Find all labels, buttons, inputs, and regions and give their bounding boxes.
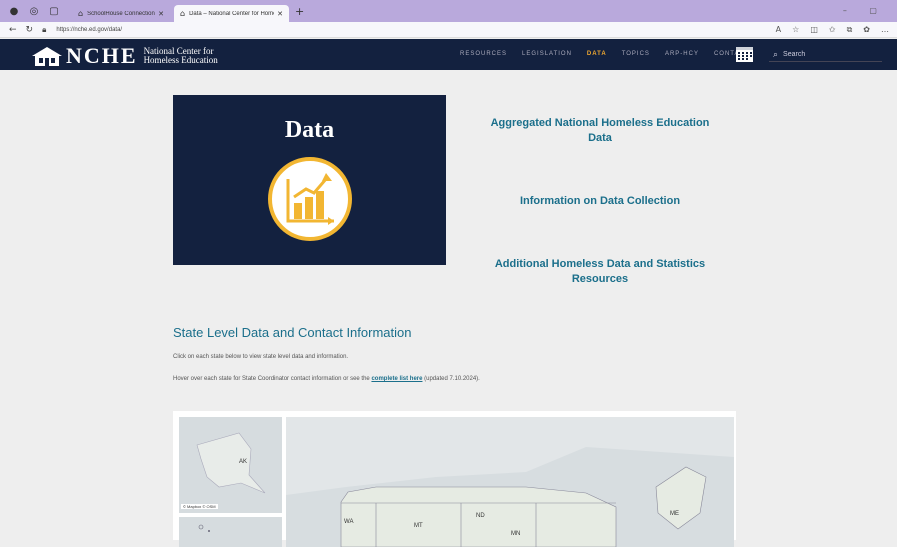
nav-arp-hcy[interactable]: ARP-HCY — [665, 51, 699, 57]
browser-tab-data[interactable]: ⌂ Data – National Center for Home ✕ — [174, 5, 289, 22]
favorite-star-icon[interactable]: ☆ — [792, 25, 799, 35]
lock-icon[interactable]: 🔒︎ — [42, 25, 46, 35]
back-icon[interactable]: ← — [9, 25, 17, 35]
link-text: Resources — [571, 273, 629, 285]
new-tab-icon[interactable]: + — [295, 5, 304, 18]
tab-title: SchoolHouse Connection — [87, 10, 155, 17]
link-data-collection[interactable]: Information on Data Collection — [470, 194, 730, 209]
complete-list-link[interactable]: complete list here — [371, 376, 422, 382]
window-controls[interactable]: – ▢ — [843, 6, 887, 15]
tab-actions-icon[interactable]: ▢ — [48, 5, 60, 17]
close-tab-icon[interactable]: ✕ — [277, 10, 283, 18]
state-section-instructions: Click on each state below to view state … — [173, 354, 349, 360]
search-placeholder: Search — [783, 51, 806, 58]
site-header: NCHE National Center for Homeless Educat… — [0, 39, 897, 70]
read-aloud-icon[interactable]: A — [776, 25, 781, 35]
nav-legislation[interactable]: LEGISLATION — [522, 51, 572, 57]
nav-data[interactable]: DATA — [587, 51, 607, 57]
browser-toolbar-icons: A ☆ ◫ ✩ ⧉ ✿ … — [776, 25, 889, 35]
search-icon: ⌕ — [773, 49, 779, 60]
svg-text:MT: MT — [414, 523, 423, 529]
logo-subtitle: National Center for Homeless Education — [144, 47, 218, 65]
link-text: Aggregated National Homeless Education — [490, 117, 710, 129]
link-text: Data — [588, 132, 612, 144]
nav-topics[interactable]: TOPICS — [622, 51, 650, 57]
url-field[interactable]: https://nche.ed.gov/data/ — [56, 27, 122, 33]
workspaces-icon[interactable]: ◎ — [28, 5, 40, 17]
logo-subtitle-line2: Homeless Education — [143, 55, 218, 65]
link-additional-resources[interactable]: Additional Homeless Data and Statistics … — [470, 257, 730, 287]
hero-title: Data — [284, 117, 335, 143]
link-aggregated-data[interactable]: Aggregated National Homeless Education D… — [470, 116, 730, 146]
nche-favicon-icon: ⌂ — [180, 9, 186, 18]
svg-text:AK: AK — [239, 459, 247, 465]
us-main-map[interactable]: WA MT ND MN ME — [286, 417, 734, 547]
main-nav: RESOURCES LEGISLATION DATA TOPICS ARP-HC… — [460, 51, 750, 57]
more-icon[interactable]: … — [881, 25, 889, 35]
logo-wordmark: NCHE — [66, 43, 138, 68]
svg-text:ME: ME — [670, 511, 679, 517]
link-text: Information on Data Collection — [519, 195, 681, 207]
state-section-hover-note: Hover over each state for State Coordina… — [173, 376, 480, 382]
nche-logo[interactable]: NCHE National Center for Homeless Educat… — [30, 43, 218, 69]
collections-icon[interactable]: ⧉ — [847, 25, 853, 35]
svg-text:WA: WA — [344, 519, 353, 525]
schoolhouse-favicon-icon: ⌂ — [78, 9, 84, 18]
extensions-icon[interactable]: ✿ — [863, 25, 870, 35]
link-text: Additional Homeless Data and Statistics — [494, 258, 706, 270]
hover-note-text: Hover over each state for State Coordina… — [173, 376, 372, 382]
close-tab-icon[interactable]: ✕ — [158, 10, 164, 18]
svg-text:MN: MN — [511, 531, 520, 537]
profile-avatar-icon[interactable]: ● — [8, 5, 20, 17]
browser-tab-bar: ● ◎ ▢ ⌂ SchoolHouse Connection ✕ ⌂ Data … — [0, 0, 897, 22]
site-search-input[interactable]: ⌕ Search — [769, 48, 882, 62]
chart-growth-icon — [268, 157, 352, 241]
browser-tab-schoolhouse[interactable]: ⌂ SchoolHouse Connection ✕ — [72, 5, 170, 22]
hover-note-date: (updated 7.10.2024). — [422, 376, 480, 382]
tab-title: Data – National Center for Home — [189, 10, 275, 17]
nav-resources[interactable]: RESOURCES — [460, 51, 507, 57]
house-logo-icon — [32, 47, 62, 66]
state-section-title: State Level Data and Contact Information — [173, 325, 412, 340]
calendar-icon[interactable] — [735, 45, 754, 63]
hawaii-inset-map[interactable] — [179, 517, 282, 547]
split-screen-icon[interactable]: ◫ — [810, 25, 818, 35]
favorites-icon[interactable]: ✩ — [829, 25, 836, 35]
map-attribution: © Mapbox © OSM — [181, 504, 218, 509]
svg-text:ND: ND — [476, 513, 485, 519]
alaska-inset-map[interactable]: AK © Mapbox © OSM — [179, 417, 282, 513]
refresh-icon[interactable]: ↻ — [26, 25, 34, 35]
state-map-embed[interactable]: AK © Mapbox © OSM WA MT ND MN ME — [173, 411, 736, 547]
address-bar: ← ↻ 🔒︎ https://nche.ed.gov/data/ A ☆ ◫ ✩… — [0, 22, 897, 38]
data-hero-banner: Data — [173, 95, 446, 265]
